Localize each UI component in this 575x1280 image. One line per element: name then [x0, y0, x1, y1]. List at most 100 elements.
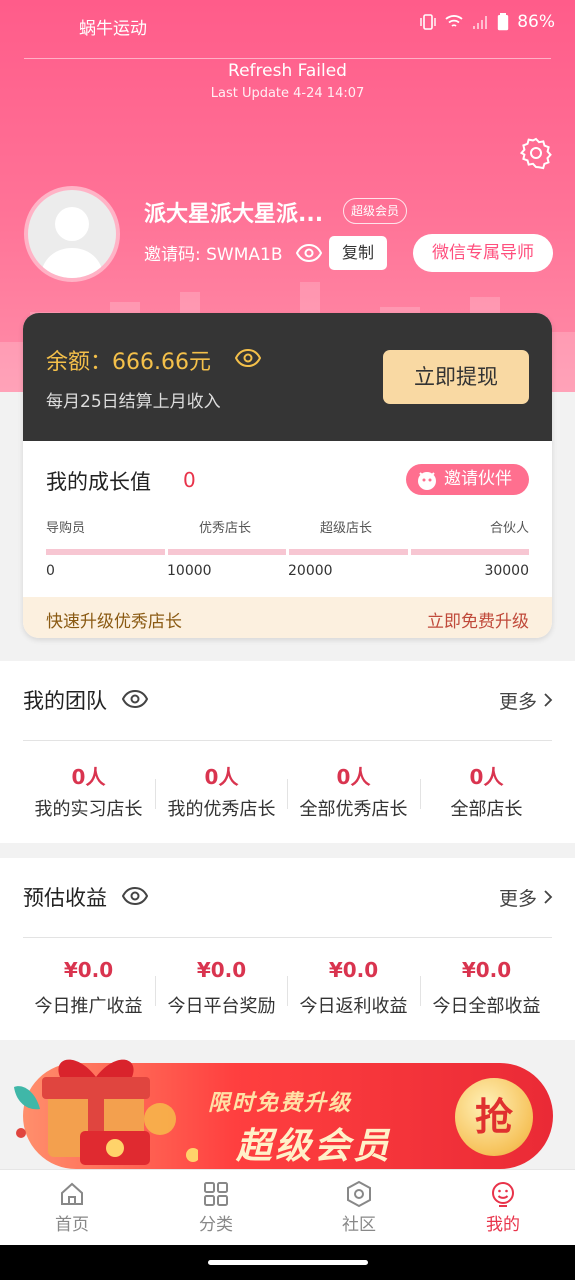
chevron-right-icon — [544, 890, 553, 904]
nav-label: 分类 — [199, 1215, 233, 1235]
threshold-value: 20000 — [288, 563, 333, 579]
system-gesture-bar — [0, 1245, 575, 1280]
level-label: 优秀店长 — [199, 521, 252, 536]
gift-box-icon — [14, 1059, 198, 1165]
home-indicator[interactable] — [208, 1260, 368, 1265]
progress-segment — [289, 549, 408, 555]
eye-icon[interactable] — [295, 242, 323, 268]
settlement-note: 每月25日结算上月收入 — [46, 392, 221, 412]
invite-code: 邀请码: SWMA1B — [144, 245, 283, 265]
home-icon — [61, 1182, 83, 1205]
balance-growth-card: 余额：666.66元 每月25日结算上月收入 立即提现 我的成长值 0 邀请伙伴… — [23, 313, 552, 638]
nav-label: 首页 — [55, 1215, 89, 1235]
earnings-stat[interactable]: ¥0.0 今日平台奖励 — [155, 958, 288, 1018]
vibrate-icon — [420, 14, 436, 30]
chevron-right-icon — [544, 693, 553, 707]
section-divider — [23, 740, 552, 741]
nav-item-community[interactable]: 社区 — [319, 1178, 399, 1235]
growth-title: 我的成长值 — [46, 470, 151, 494]
battery-icon — [498, 13, 509, 31]
withdraw-button[interactable]: 立即提现 — [383, 350, 529, 404]
level-label: 合伙人 — [489, 521, 529, 536]
status-divider — [24, 58, 551, 59]
avatar[interactable] — [24, 186, 120, 282]
stat-value: ¥0.0 — [328, 958, 379, 982]
stat-value: ¥0.0 — [196, 958, 247, 982]
earnings-eye-icon[interactable] — [121, 886, 149, 910]
team-title: 我的团队 — [23, 689, 107, 713]
stat-value: ¥0.0 — [461, 958, 512, 982]
refresh-status: Refresh Failed — [228, 61, 347, 81]
earnings-stat[interactable]: ¥0.0 今日返利收益 — [287, 958, 420, 1018]
grid-icon — [204, 1182, 228, 1206]
balance-eye-icon[interactable] — [234, 348, 262, 372]
team-stat[interactable]: 0人 全部店长 — [420, 761, 553, 821]
banner-subtitle: 限时免费升级 — [208, 1091, 353, 1116]
stat-label: 我的优秀店长 — [167, 799, 276, 820]
team-more-link[interactable]: 更多 — [499, 687, 553, 714]
stat-label: 今日平台奖励 — [167, 996, 276, 1017]
threshold-value: 30000 — [484, 563, 529, 579]
progress-segment — [46, 549, 165, 555]
earnings-stat[interactable]: ¥0.0 今日全部收益 — [420, 958, 553, 1018]
section-divider — [23, 937, 552, 938]
grab-button[interactable]: 抢 — [455, 1078, 533, 1156]
stat-label: 全部店长 — [450, 799, 523, 820]
team-stat[interactable]: 0人 全部优秀店长 — [287, 761, 420, 821]
upgrade-tip: 快速升级优秀店长 — [46, 612, 182, 632]
stat-label: 今日全部收益 — [432, 996, 541, 1017]
bottom-navigation: 首页 分类 社区 我的 — [0, 1169, 575, 1245]
banner-title: 超级会员 — [236, 1126, 393, 1167]
nav-item-mine[interactable]: 我的 — [463, 1178, 543, 1235]
threshold-value: 0 — [46, 563, 55, 579]
team-stat[interactable]: 0人 我的实习店长 — [22, 761, 155, 821]
stat-label: 全部优秀店长 — [299, 799, 408, 820]
level-label: 超级店长 — [320, 521, 373, 536]
earnings-more-link[interactable]: 更多 — [499, 884, 553, 911]
nav-item-category[interactable]: 分类 — [176, 1178, 256, 1235]
stat-label: 今日推广收益 — [34, 996, 143, 1017]
smiley-icon — [492, 1182, 514, 1207]
team-section: 我的团队 更多 0人 我的实习店长 0人 我的优秀店长 0人 全部优秀店长 0人… — [0, 661, 575, 843]
hexagon-icon — [347, 1180, 371, 1208]
balance-amount: 余额：666.66元 — [46, 350, 211, 375]
team-eye-icon[interactable] — [121, 689, 149, 713]
promo-banner[interactable]: 限时免费升级 超级会员 抢 — [8, 1047, 553, 1169]
battery-level: 86% — [517, 12, 555, 32]
default-avatar-icon — [40, 207, 104, 278]
free-upgrade-link[interactable]: 立即免费升级 — [427, 607, 529, 632]
last-update-time: Last Update 4-24 14:07 — [210, 86, 365, 101]
progress-segment — [410, 549, 529, 555]
threshold-value: 10000 — [167, 563, 212, 579]
progress-segment — [167, 549, 286, 555]
signal-icon — [473, 16, 488, 29]
stat-value: 0人 — [336, 765, 371, 789]
earnings-title: 预估收益 — [23, 886, 107, 910]
status-app-name: 蜗牛运动 — [79, 19, 147, 39]
growth-value: 0 — [183, 468, 196, 492]
earnings-stat[interactable]: ¥0.0 今日推广收益 — [22, 958, 155, 1018]
settings-gear-icon[interactable] — [518, 135, 554, 171]
level-label: 导购员 — [46, 521, 86, 536]
copy-button[interactable]: 复制 — [329, 236, 387, 270]
earnings-more-label: 更多 — [498, 888, 537, 910]
stat-value: 0人 — [204, 765, 239, 789]
team-stat[interactable]: 0人 我的优秀店长 — [155, 761, 288, 821]
upgrade-strip[interactable]: 快速升级优秀店长 立即免费升级 — [23, 597, 552, 638]
nav-label: 社区 — [342, 1215, 376, 1235]
earnings-section: 预估收益 更多 ¥0.0 今日推广收益 ¥0.0 今日平台奖励 ¥0.0 今日返… — [0, 858, 575, 1040]
stat-value: 0人 — [469, 765, 504, 789]
balance-area: 余额：666.66元 每月25日结算上月收入 立即提现 — [23, 313, 552, 441]
growth-progress-bar — [46, 549, 529, 555]
mascot-icon — [418, 472, 436, 490]
team-more-label: 更多 — [498, 691, 537, 713]
stat-label: 今日返利收益 — [299, 996, 408, 1017]
username: 派大星派大星派... — [144, 202, 324, 227]
invite-partner-label: 邀请伙伴 — [444, 469, 512, 489]
stat-label: 我的实习店长 — [34, 799, 143, 820]
stat-value: ¥0.0 — [63, 958, 114, 982]
wechat-mentor-button[interactable]: 微信专属导师 — [413, 234, 553, 272]
wifi-icon — [445, 15, 463, 27]
nav-item-home[interactable]: 首页 — [32, 1178, 112, 1235]
invite-partner-button[interactable]: 邀请伙伴 — [406, 464, 529, 495]
